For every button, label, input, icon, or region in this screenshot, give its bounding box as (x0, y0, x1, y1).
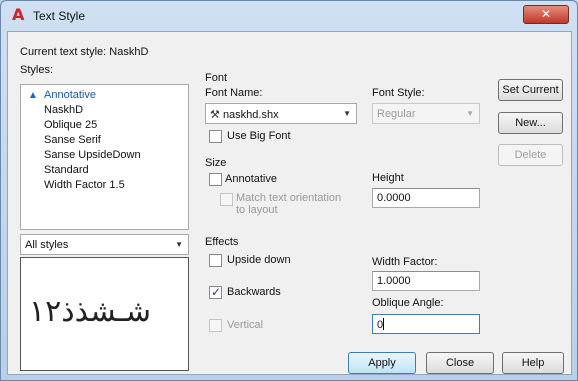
chevron-down-icon: ▼ (466, 109, 474, 118)
oblique-angle-label: Oblique Angle: (372, 297, 444, 309)
list-item[interactable]: ▲ Annotative (21, 88, 188, 103)
list-item[interactable]: NaskhD (21, 103, 188, 118)
font-name-label: Font Name: (205, 87, 263, 99)
set-current-button[interactable]: Set Current (498, 79, 563, 101)
upside-down-label: Upside down (227, 254, 291, 266)
height-label: Height (372, 172, 404, 184)
list-item[interactable]: Oblique 25 (21, 118, 188, 133)
style-preview: شـشذذ١٢ (20, 257, 189, 371)
autocad-logo-icon: A (12, 5, 25, 24)
backwards-checkbox[interactable]: ✓ (209, 285, 222, 299)
list-item[interactable]: Width Factor 1.5 (21, 178, 188, 193)
styles-label: Styles: (20, 64, 54, 76)
font-style-dropdown[interactable]: Regular ▼ (372, 103, 480, 124)
new-style-button[interactable]: New... (498, 112, 563, 134)
use-big-font-checkbox[interactable] (209, 130, 222, 143)
window-title: Text Style (33, 9, 86, 23)
match-orientation-checkbox[interactable] (220, 193, 233, 206)
width-factor-input[interactable]: 1.0000 (372, 271, 480, 291)
upside-down-checkbox[interactable] (209, 254, 222, 267)
styles-list[interactable]: ▲ Annotative NaskhD Oblique 25 Sanse Ser… (20, 84, 189, 230)
list-item[interactable]: Standard (21, 163, 188, 178)
use-big-font-label: Use Big Font (227, 130, 291, 142)
help-button[interactable]: Help (502, 352, 564, 374)
shx-font-icon: ⚒ (210, 109, 220, 121)
effects-group-label: Effects (205, 236, 239, 248)
delete-style-button[interactable]: Delete (498, 144, 563, 166)
oblique-angle-input[interactable]: 0 (372, 314, 480, 334)
vertical-label: Vertical (227, 319, 264, 331)
chevron-down-icon: ▼ (343, 109, 351, 118)
match-orientation-label-2: to layout (236, 204, 278, 216)
apply-button[interactable]: Apply (348, 352, 416, 374)
size-group-label: Size (205, 157, 227, 169)
vertical-checkbox[interactable] (209, 319, 222, 332)
list-item[interactable]: Sanse UpsideDown (21, 148, 188, 163)
checkmark-icon: ✓ (211, 285, 222, 299)
close-button[interactable]: Close (426, 352, 494, 374)
text-style-dialog: A Text Style ✕ Current text style: Naskh… (0, 0, 578, 381)
text-caret (383, 318, 385, 330)
current-style-value: NaskhD (109, 46, 149, 58)
dialog-body: Current text style: NaskhD Styles: ▲ Ann… (7, 31, 572, 375)
font-style-label: Font Style: (372, 87, 425, 99)
backwards-label: Backwards (227, 286, 281, 298)
width-factor-label: Width Factor: (372, 256, 438, 268)
styles-filter-dropdown[interactable]: All styles ▼ (20, 234, 189, 255)
close-window-button[interactable]: ✕ (523, 5, 569, 24)
font-group-label: Font (205, 72, 228, 84)
annotative-icon: ▲ (28, 90, 38, 101)
list-item[interactable]: Sanse Serif (21, 133, 188, 148)
title-bar: A Text Style ✕ (1, 1, 577, 31)
height-input[interactable]: 0.0000 (372, 188, 480, 208)
match-orientation-label: Match text orientation (236, 192, 342, 204)
chevron-down-icon: ▼ (175, 240, 183, 249)
annotative-checkbox[interactable] (209, 173, 222, 186)
current-style-label: Current text style: NaskhD (20, 46, 149, 58)
font-name-dropdown[interactable]: ⚒ naskhd.shx ▼ (205, 103, 357, 124)
preview-text: شـشذذ١٢ (29, 294, 152, 329)
annotative-label: Annotative (225, 173, 277, 185)
